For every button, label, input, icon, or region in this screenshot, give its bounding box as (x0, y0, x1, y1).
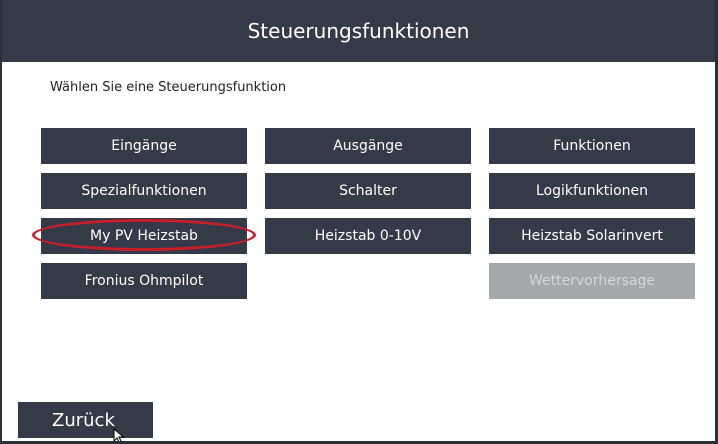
ausgaenge-button[interactable]: Ausgänge (265, 128, 471, 164)
wettervorhersage-button: Wettervorhersage (489, 263, 695, 299)
spezialfunktionen-button[interactable]: Spezialfunktionen (41, 173, 247, 209)
prompt-text: Wählen Sie eine Steuerungsfunktion (50, 80, 287, 95)
heizstab-0-10v-button[interactable]: Heizstab 0-10V (265, 218, 471, 254)
my-pv-heizstab-button[interactable]: My PV Heizstab (41, 218, 247, 254)
schalter-button[interactable]: Schalter (265, 173, 471, 209)
screen: Steuerungsfunktionen Wählen Sie eine Ste… (0, 0, 718, 444)
back-button[interactable]: Zurück (18, 402, 153, 438)
funktionen-button[interactable]: Funktionen (489, 128, 695, 164)
logikfunktionen-button[interactable]: Logikfunktionen (489, 173, 695, 209)
fronius-ohmpilot-button[interactable]: Fronius Ohmpilot (41, 263, 247, 299)
page-title-bar: Steuerungsfunktionen (2, 0, 715, 62)
page-title: Steuerungsfunktionen (247, 19, 470, 43)
heizstab-solarinvert-button[interactable]: Heizstab Solarinvert (489, 218, 695, 254)
eingaenge-button[interactable]: Eingänge (41, 128, 247, 164)
